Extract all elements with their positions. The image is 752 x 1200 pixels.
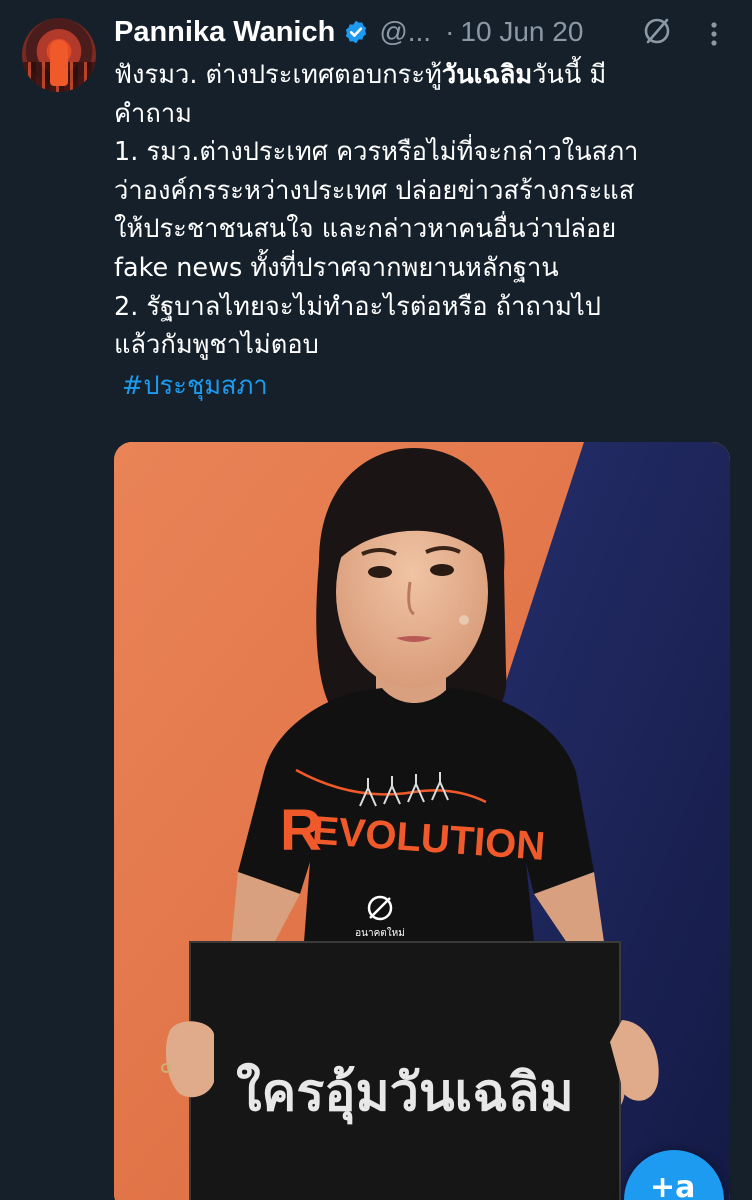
hashtag-link[interactable]: #ประชุมสภา [122,367,734,406]
author-avatar[interactable] [22,18,96,92]
tweet-text: ฟังรมว. ต่างประเทศตอบกระทู้วันเฉลิมวันนี… [114,56,734,405]
tweet-header: Pannika Wanich @... · 10 Jun 20 [114,14,583,50]
more-options-icon[interactable] [700,20,728,48]
hide-reply-icon[interactable] [642,16,672,46]
tweet-photo[interactable]: R EVOLUTION อนาคตใหม่ ใครอุ้มวันเฉลิม [114,442,730,1200]
photo-illustration: R EVOLUTION อนาคตใหม่ ใครอุ้มวันเฉลิม [114,442,730,1200]
tweet-line-4: ว่าองค์กรระหว่างประเทศ ปล่อยข่าวสร้างกระ… [114,175,635,206]
left-eye [368,566,392,578]
tweet-line-3: 1. รมว.ต่างประเทศ ควรหรือไม่ที่จะกล่าวใน… [114,137,639,168]
tweet[interactable]: Pannika Wanich @... · 10 Jun 20 ฟังรมว. … [0,0,752,1200]
verified-badge-icon [346,20,367,44]
tweet-line-8: แล้วกัมพูชาไม่ตอบ [114,330,319,361]
tweet-line-1-prefix: ฟังรมว. ต่างประเทศตอบกระทู้ [114,60,442,90]
tweet-date[interactable]: 10 Jun 20 [460,16,583,48]
earring [459,615,469,625]
header-separator: · [445,16,455,47]
tweet-line-1: ฟังรมว. ต่างประเทศตอบกระทู้วันเฉลิมวันนี… [114,56,734,95]
tweet-line-2: คำถาม [114,98,192,129]
author-handle[interactable]: @... [379,16,431,48]
avatar-figure [50,40,68,86]
shirt-logo-caption: อนาคตใหม่ [355,927,405,939]
compose-button-label: +a [650,1170,696,1200]
tweet-line-7: 2. รัฐบาลไทยจะไม่ทำอะไรต่อหรือ ถ้าถามไป [114,291,601,322]
tweet-line-5: ให้ประชาชนสนใจ และกล่าวหาคนอื่นว่าปล่อย [114,214,617,245]
right-eye [430,564,454,576]
tweet-line-1-suffix: วันนี้ มี [532,60,607,90]
tweet-line-6: fake news ทั้งที่ปราศจากพยานหลักฐาน [114,252,559,283]
author-name[interactable]: Pannika Wanich [114,16,335,49]
sign-text: ใครอุ้มวันเฉลิม [236,1062,574,1125]
tweet-line-1-bold: วันเฉลิม [441,60,533,90]
